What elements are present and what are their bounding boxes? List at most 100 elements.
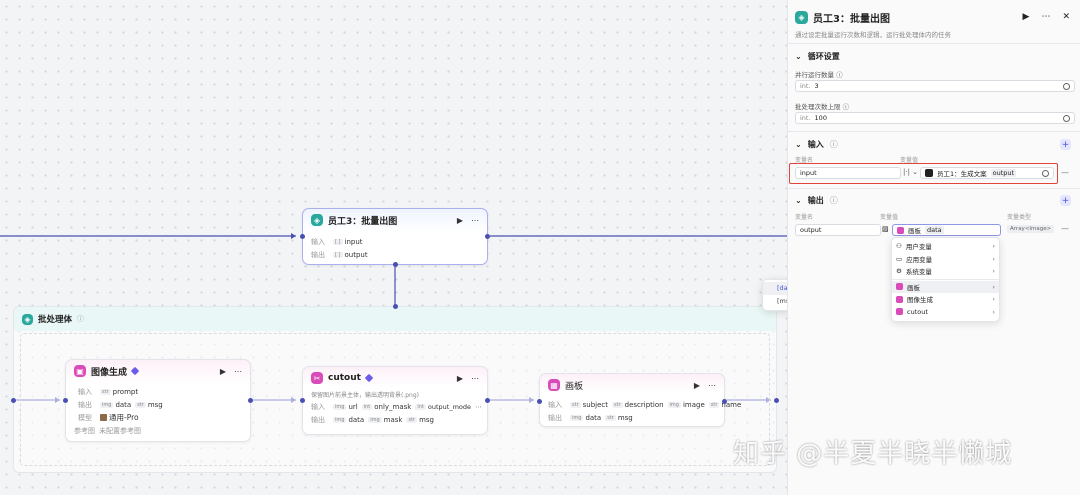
type-icon: str: [406, 416, 418, 423]
left-handle[interactable]: [300, 234, 305, 239]
loop-section-header[interactable]: ⌄ 循环设置: [795, 51, 840, 62]
type-icon: str: [135, 401, 146, 408]
divider: [788, 131, 1080, 132]
batch-right-handle[interactable]: [774, 398, 779, 403]
node-title: 画板: [565, 381, 584, 392]
chevron-right-icon: ›: [992, 295, 995, 304]
more-icon[interactable]: ⋯: [234, 367, 242, 376]
type-icon: [ ]: [333, 251, 343, 258]
cutout-icon: [896, 308, 903, 316]
batch-employee-node[interactable]: ◈ 员工3：批量出图 ▶ ⋯ 输入 [ ] input 输出 [ ] output: [300, 208, 490, 267]
type-icon: img: [333, 416, 347, 423]
image-icon: [896, 295, 903, 303]
node-title: 员工3：批量出图: [328, 216, 398, 227]
variable-ref-icon[interactable]: [1063, 114, 1070, 122]
run-icon[interactable]: ▶: [457, 374, 463, 383]
image-icon: ▣: [74, 365, 86, 377]
batch-top-handle[interactable]: [393, 304, 398, 309]
info-icon[interactable]: ⓘ: [77, 314, 84, 324]
clear-icon[interactable]: [1042, 169, 1049, 177]
input-var: prompt: [112, 387, 139, 396]
right-handle[interactable]: [485, 398, 490, 403]
input-label: 输入: [311, 237, 325, 246]
canvas-node[interactable]: ▦ 画板 ▶ ⋯ 输入 str subject str description im…: [537, 373, 741, 427]
more-icon[interactable]: ⋯: [471, 374, 479, 383]
left-handle[interactable]: [537, 399, 542, 404]
max-value: 100: [814, 114, 827, 122]
output-var-name: output: [800, 226, 822, 234]
dropdown-item-label: 系统变量: [905, 268, 932, 277]
right-handle[interactable]: [248, 398, 253, 403]
output-label: 输出: [311, 415, 325, 424]
type-icon: [ ]: [333, 238, 343, 245]
info-icon[interactable]: ⓘ: [836, 71, 843, 79]
arrowhead: [291, 233, 296, 239]
output-var: msg: [419, 415, 435, 424]
remove-output-icon[interactable]: —: [1061, 224, 1069, 233]
node-title: cutout: [328, 373, 361, 383]
info-icon[interactable]: ⓘ: [830, 139, 838, 150]
batch-title: 批处理体: [38, 315, 73, 325]
more-vars-icon[interactable]: ⋯: [475, 403, 482, 411]
type-icon: img: [333, 403, 347, 410]
canvas-icon: [896, 283, 903, 291]
dropdown-item-app-vars[interactable]: ▭ 应用变量 ›: [892, 253, 999, 266]
type-icon: str: [612, 401, 623, 408]
panel-title: 员工3：批量出图: [813, 14, 890, 25]
max-count-input[interactable]: int. 100: [795, 112, 1075, 124]
add-output-button[interactable]: +: [1060, 195, 1071, 206]
input-var-name-field[interactable]: input: [795, 167, 901, 179]
dropdown-item-canvas[interactable]: 画板 ›: [892, 280, 999, 293]
right-handle[interactable]: [485, 234, 490, 239]
left-handle[interactable]: [63, 398, 68, 403]
run-icon[interactable]: ▶: [694, 381, 700, 390]
parallel-count-input[interactable]: int. 3: [795, 80, 1075, 92]
input-section-header[interactable]: ⌄ 输入 ⓘ: [795, 139, 838, 150]
ref-mode-toggle[interactable]: |·| ⌄: [903, 168, 918, 176]
diamond-icon: [364, 373, 374, 383]
ref-node-name: 员工1：生成文案: [937, 170, 987, 178]
right-handle[interactable]: [722, 399, 727, 404]
dropdown-item-system-vars[interactable]: ⚙ 系统变量 ›: [892, 265, 999, 278]
image-gen-node[interactable]: ▣ 图像生成 ▶ ⋯ 输入 str prompt 输出 img data str ms…: [63, 359, 253, 442]
run-icon[interactable]: ▶: [220, 367, 226, 376]
ref-node-name: 画板: [908, 227, 921, 235]
model-label: 模型: [78, 413, 92, 422]
type-icon: img: [667, 401, 681, 408]
output-section-header[interactable]: ⌄ 输出 ⓘ: [795, 195, 838, 206]
add-input-button[interactable]: +: [1060, 139, 1071, 150]
cutout-node[interactable]: ✂ cutout ▶ ⋯ 保留图片前景主体，输出透明背景(.png) 输入 im…: [300, 366, 490, 435]
more-icon[interactable]: ⋯: [471, 216, 479, 225]
chevron-down-icon: ⌄: [795, 140, 802, 149]
info-icon[interactable]: ⓘ: [843, 103, 850, 111]
close-icon[interactable]: ✕: [1062, 12, 1070, 22]
bottom-handle[interactable]: [393, 262, 398, 267]
type-icon: int: [361, 403, 373, 410]
output-var-name-field[interactable]: output: [795, 224, 881, 236]
dropdown-item-cutout[interactable]: cutout ›: [892, 306, 999, 319]
remove-input-icon[interactable]: —: [1061, 168, 1069, 177]
output-label: 输出: [311, 250, 325, 259]
batch-left-handle[interactable]: [11, 398, 16, 403]
output-var-value-field[interactable]: 画板 data: [892, 224, 1001, 236]
input-var-value-field[interactable]: 员工1：生成文案 output: [920, 167, 1054, 179]
dropdown-item-label: cutout: [907, 307, 928, 316]
more-icon[interactable]: ⋯: [1041, 12, 1050, 22]
output-type-badge: Array<Image>: [1007, 225, 1055, 233]
output-section-title: 输出: [807, 196, 824, 205]
run-icon[interactable]: ▶: [457, 216, 463, 225]
col-value: 变量值: [880, 214, 899, 221]
left-handle[interactable]: [300, 398, 305, 403]
input-var: only_mask: [374, 402, 412, 411]
output-var: msg: [147, 400, 163, 409]
run-icon[interactable]: ▶: [1023, 12, 1030, 22]
col-type: 变量类型: [1007, 214, 1032, 221]
variable-dropdown[interactable]: ⚇ 用户变量 › ▭ 应用变量 › ⚙ 系统变量 › 画板 › 图像生成 › c…: [891, 237, 1000, 322]
info-icon[interactable]: ⓘ: [830, 195, 838, 206]
dropdown-item-user-vars[interactable]: ⚇ 用户变量 ›: [892, 240, 999, 253]
dropdown-item-image-gen[interactable]: 图像生成 ›: [892, 293, 999, 306]
type-icon: img: [100, 401, 114, 408]
variable-ref-icon[interactable]: [1063, 82, 1070, 90]
more-icon[interactable]: ⋯: [708, 381, 716, 390]
dropdown-item-label: 用户变量: [905, 243, 932, 252]
